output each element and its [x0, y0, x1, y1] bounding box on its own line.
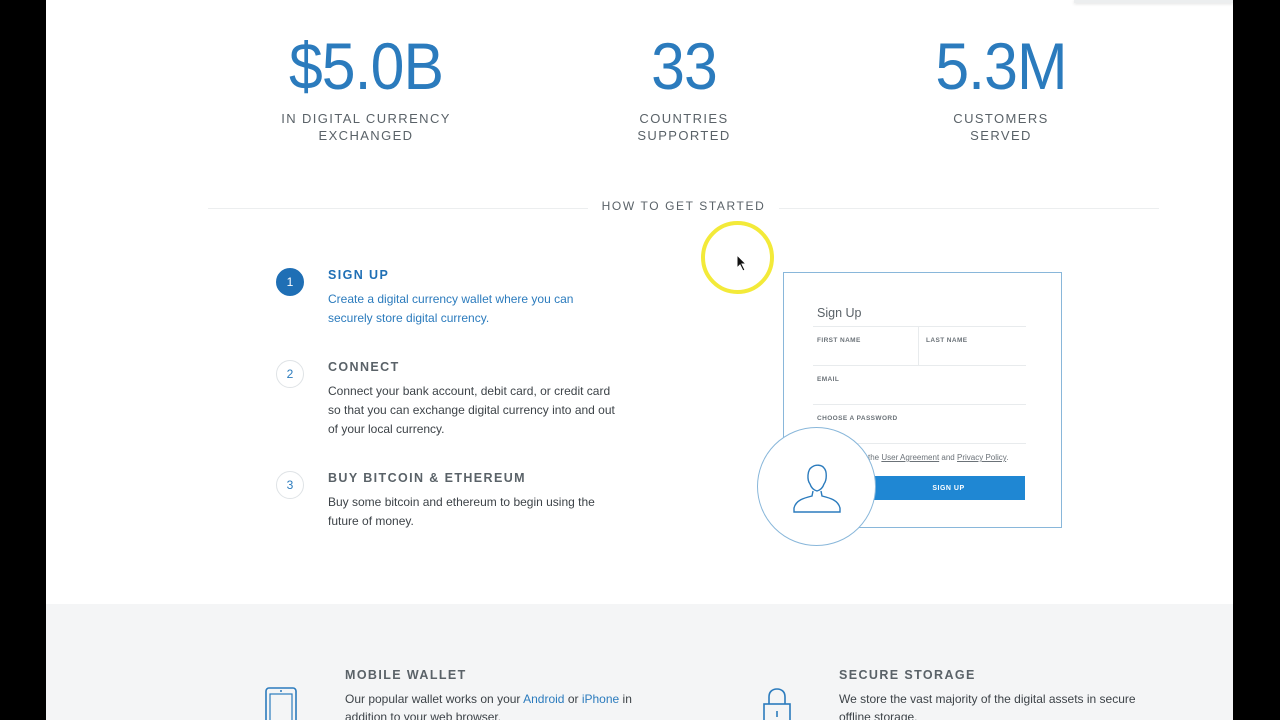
- stat-number: $5.0B: [288, 29, 444, 103]
- section-divider-left: [208, 208, 588, 209]
- step-title: SIGN UP: [328, 268, 390, 282]
- privacy-policy-link: Privacy Policy: [957, 453, 1007, 462]
- stat-label: COUNTRIES SUPPORTED: [637, 111, 731, 143]
- signup-card-title: Sign Up: [817, 306, 862, 320]
- password-field: CHOOSE A PASSWORD: [817, 415, 898, 422]
- field-divider: [918, 326, 919, 365]
- email-field: EMAIL: [817, 376, 840, 383]
- stat-label: IN DIGITAL CURRENCY EXCHANGED: [281, 111, 451, 143]
- lock-icon: [763, 688, 791, 720]
- top-right-overlay: [1074, 0, 1233, 3]
- step-number-badge: 1: [276, 268, 304, 296]
- field-divider: [813, 365, 1026, 366]
- stat-exchanged: $5.0B IN DIGITAL CURRENCY EXCHANGED: [236, 28, 496, 144]
- feature-desc-secure: We store the vast majority of the digita…: [839, 692, 1136, 720]
- feature-title-mobile: MOBILE WALLET: [345, 668, 467, 682]
- step-description: Connect your bank account, debit card, o…: [328, 384, 615, 436]
- stat-number: 33: [651, 29, 718, 103]
- field-divider: [813, 404, 1026, 405]
- avatar-icon: [757, 427, 876, 546]
- mouse-cursor-icon: [736, 254, 748, 272]
- step-title: BUY BITCOIN & ETHEREUM: [328, 471, 526, 485]
- step-title: CONNECT: [328, 360, 400, 374]
- agreement-text: the User Agreement and Privacy Policy.: [868, 453, 1009, 462]
- page: $5.0B IN DIGITAL CURRENCY EXCHANGED 33 C…: [46, 0, 1233, 720]
- stat-customers: 5.3M CUSTOMERS SERVED: [871, 28, 1131, 144]
- step-number-badge: 3: [276, 471, 304, 499]
- stat-label: CUSTOMERS SERVED: [953, 111, 1049, 143]
- features-section: MOBILE WALLET Our popular wallet works o…: [46, 604, 1233, 720]
- feature-title-secure: SECURE STORAGE: [839, 668, 976, 682]
- step-description: Create a digital currency wallet where y…: [328, 292, 574, 325]
- iphone-link[interactable]: iPhone: [582, 692, 619, 706]
- stat-number: 5.3M: [935, 29, 1067, 103]
- field-divider: [813, 326, 1026, 327]
- last-name-field: LAST NAME: [926, 337, 968, 344]
- first-name-field: FIRST NAME: [817, 337, 861, 344]
- step-number-badge: 2: [276, 360, 304, 388]
- section-title: HOW TO GET STARTED: [601, 199, 766, 213]
- android-link[interactable]: Android: [523, 692, 564, 706]
- step-description: Buy some bitcoin and ethereum to begin u…: [328, 495, 595, 528]
- tablet-icon: [265, 687, 297, 720]
- signup-illustration-button: SIGN UP: [872, 476, 1025, 500]
- feature-desc-mobile: Our popular wallet works on your Android…: [345, 692, 632, 720]
- section-divider-right: [779, 208, 1159, 209]
- stat-countries: 33 COUNTRIES SUPPORTED: [554, 28, 814, 144]
- user-agreement-link: User Agreement: [881, 453, 940, 462]
